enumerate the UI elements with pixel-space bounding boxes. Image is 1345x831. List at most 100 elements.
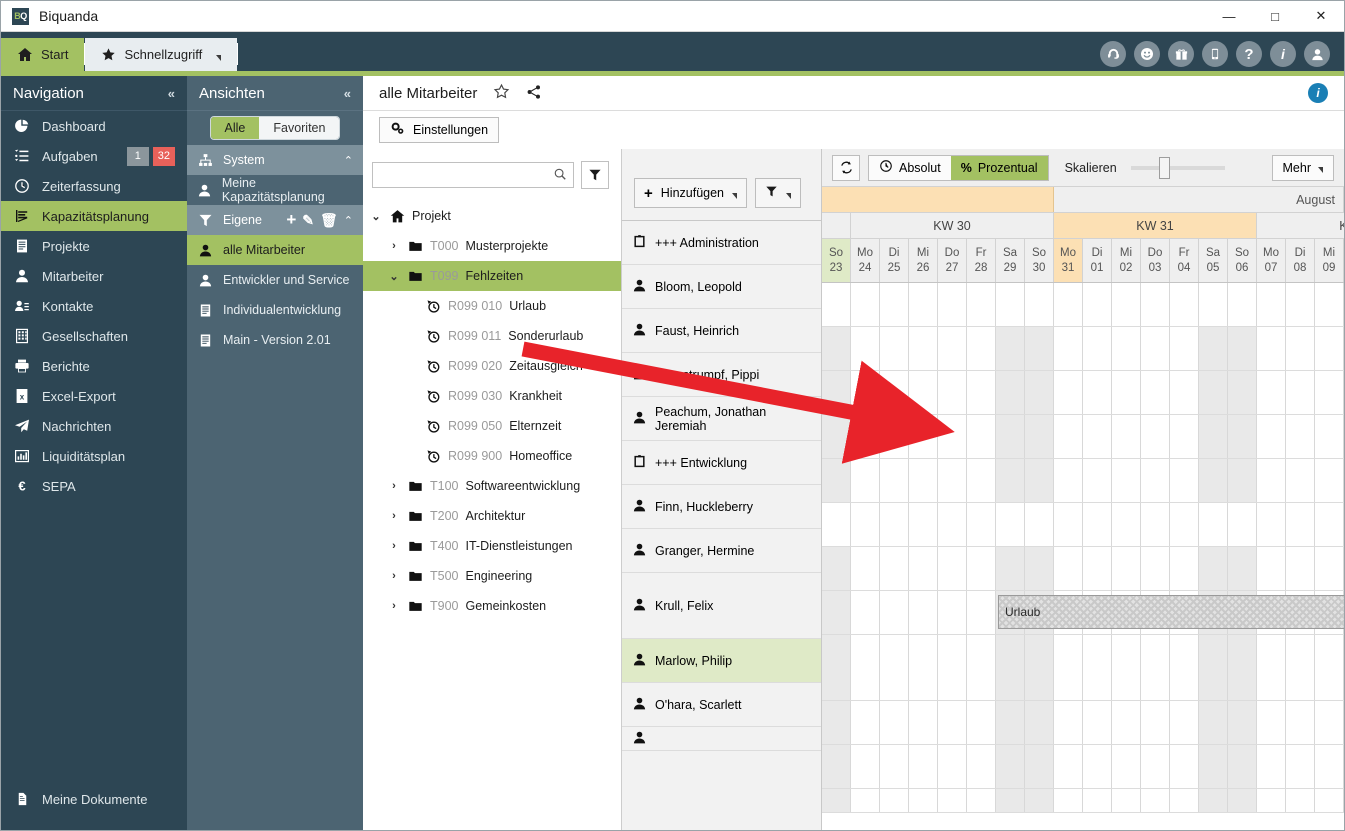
gantt-cell[interactable] xyxy=(1199,701,1228,744)
segment-alle[interactable]: Alle xyxy=(210,117,260,139)
day-cell[interactable]: Fr 04 xyxy=(1170,239,1199,282)
gantt-cell[interactable] xyxy=(1257,745,1286,788)
gantt-cell[interactable] xyxy=(1083,459,1112,502)
gantt-cell[interactable] xyxy=(1170,327,1199,370)
gantt-cell[interactable] xyxy=(822,503,851,546)
gantt-cell[interactable] xyxy=(1112,635,1141,700)
gantt-cell[interactable] xyxy=(938,635,967,700)
gantt-cell[interactable] xyxy=(880,327,909,370)
gantt-cell[interactable] xyxy=(1170,547,1199,590)
gantt-cell[interactable] xyxy=(1228,701,1257,744)
gantt-cell[interactable] xyxy=(822,283,851,326)
gantt-cell[interactable] xyxy=(1257,459,1286,502)
day-cell[interactable]: Di 01 xyxy=(1083,239,1112,282)
gantt-cell[interactable] xyxy=(1054,283,1083,326)
gantt-cell[interactable] xyxy=(996,459,1025,502)
gantt-cell[interactable] xyxy=(1112,371,1141,414)
gantt-cell[interactable] xyxy=(967,745,996,788)
view-item-main-version-2-01[interactable]: Main - Version 2.01 xyxy=(187,325,363,355)
tree-node[interactable]: › T200 Architektur xyxy=(363,501,621,531)
gantt-row[interactable] xyxy=(822,503,1344,547)
tree-node[interactable]: › T500 Engineering xyxy=(363,561,621,591)
gantt-cell[interactable] xyxy=(1025,503,1054,546)
tab-start[interactable]: Start xyxy=(1,38,85,71)
gantt-cell[interactable] xyxy=(1199,547,1228,590)
chevron-right-icon[interactable]: › xyxy=(387,540,401,552)
gantt-cell[interactable] xyxy=(967,635,996,700)
gantt-row[interactable] xyxy=(822,327,1344,371)
gantt-cell[interactable] xyxy=(909,789,938,812)
gantt-cell[interactable] xyxy=(938,415,967,458)
minimize-button[interactable]: — xyxy=(1206,1,1252,32)
gantt-cell[interactable] xyxy=(1315,789,1344,812)
gantt-cell[interactable] xyxy=(1112,547,1141,590)
edit-icon[interactable]: ✎ xyxy=(302,212,314,229)
gantt-cell[interactable] xyxy=(1315,459,1344,502)
sidebar-item-kapazit-tsplanung[interactable]: Kapazitätsplanung xyxy=(1,201,187,231)
gantt-cell[interactable] xyxy=(1054,547,1083,590)
star-outline-icon[interactable] xyxy=(493,83,510,103)
employee-row[interactable]: Marlow, Philip xyxy=(622,639,821,683)
gantt-cell[interactable] xyxy=(967,591,996,634)
gantt-cell[interactable] xyxy=(938,503,967,546)
gantt-cell[interactable] xyxy=(1025,459,1054,502)
view-item-alle-mitarbeiter[interactable]: alle Mitarbeiter xyxy=(187,235,363,265)
gantt-cell[interactable] xyxy=(938,789,967,812)
gantt-cell[interactable] xyxy=(851,547,880,590)
gantt-cell[interactable] xyxy=(1083,415,1112,458)
scale-slider-handle[interactable] xyxy=(1158,156,1170,179)
gantt-cell[interactable] xyxy=(822,547,851,590)
gantt-cell[interactable] xyxy=(967,789,996,812)
gantt-cell[interactable] xyxy=(1025,371,1054,414)
gantt-cell[interactable] xyxy=(1199,745,1228,788)
gantt-cell[interactable] xyxy=(909,503,938,546)
collapse-views-icon[interactable]: « xyxy=(344,86,351,101)
gantt-cell[interactable] xyxy=(1199,789,1228,812)
gantt-cell[interactable] xyxy=(822,635,851,700)
gantt-cell[interactable] xyxy=(880,789,909,812)
sidebar-item-zeiterfassung[interactable]: Zeiterfassung xyxy=(1,171,187,201)
sidebar-item-meine-dokumente[interactable]: Meine Dokumente xyxy=(1,784,187,814)
view-item-entwickler-und-service[interactable]: Entwickler und Service xyxy=(187,265,363,295)
gantt-cell[interactable] xyxy=(967,283,996,326)
gantt-cell[interactable] xyxy=(1025,701,1054,744)
gantt-cell[interactable] xyxy=(1170,415,1199,458)
gantt-cell[interactable] xyxy=(1257,327,1286,370)
day-cell[interactable]: Sa 05 xyxy=(1199,239,1228,282)
sidebar-item-dashboard[interactable]: Dashboard xyxy=(1,111,187,141)
tree-node[interactable]: R099 030 Krankheit xyxy=(363,381,621,411)
gantt-cell[interactable] xyxy=(1054,503,1083,546)
gantt-cell[interactable] xyxy=(1141,547,1170,590)
gantt-cell[interactable] xyxy=(1025,635,1054,700)
employee-filter-button[interactable] xyxy=(755,178,802,208)
gantt-cell[interactable] xyxy=(851,283,880,326)
gantt-cell[interactable] xyxy=(851,327,880,370)
gantt-cell[interactable] xyxy=(851,415,880,458)
gantt-cell[interactable] xyxy=(1141,635,1170,700)
gantt-cell[interactable] xyxy=(1025,327,1054,370)
gantt-cell[interactable] xyxy=(1315,371,1344,414)
maximize-button[interactable]: □ xyxy=(1252,1,1298,32)
user-icon[interactable] xyxy=(1304,41,1330,67)
gantt-cell[interactable] xyxy=(1170,635,1199,700)
gantt-cell[interactable] xyxy=(1083,283,1112,326)
chevron-right-icon[interactable]: › xyxy=(387,570,401,582)
gantt-cell[interactable] xyxy=(938,547,967,590)
gantt-cell[interactable] xyxy=(909,371,938,414)
day-cell[interactable]: Mi 26 xyxy=(909,239,938,282)
gantt-cell[interactable] xyxy=(851,459,880,502)
tree-filter-button[interactable] xyxy=(581,161,609,189)
gantt-cell[interactable] xyxy=(996,745,1025,788)
gantt-cell[interactable] xyxy=(1228,283,1257,326)
employee-row[interactable]: Langstrumpf, Pippi xyxy=(622,353,821,397)
gantt-cell[interactable] xyxy=(1170,503,1199,546)
smiley-icon[interactable] xyxy=(1134,41,1160,67)
gantt-cell[interactable] xyxy=(880,547,909,590)
info-icon[interactable]: i xyxy=(1308,83,1328,103)
sidebar-item-projekte[interactable]: Projekte xyxy=(1,231,187,261)
employee-row[interactable]: Krull, Felix xyxy=(622,573,821,639)
employee-row[interactable]: Granger, Hermine xyxy=(622,529,821,573)
gantt-cell[interactable] xyxy=(1025,283,1054,326)
gantt-cell[interactable] xyxy=(1286,503,1315,546)
tree-node[interactable]: ⌄ Projekt xyxy=(363,201,621,231)
